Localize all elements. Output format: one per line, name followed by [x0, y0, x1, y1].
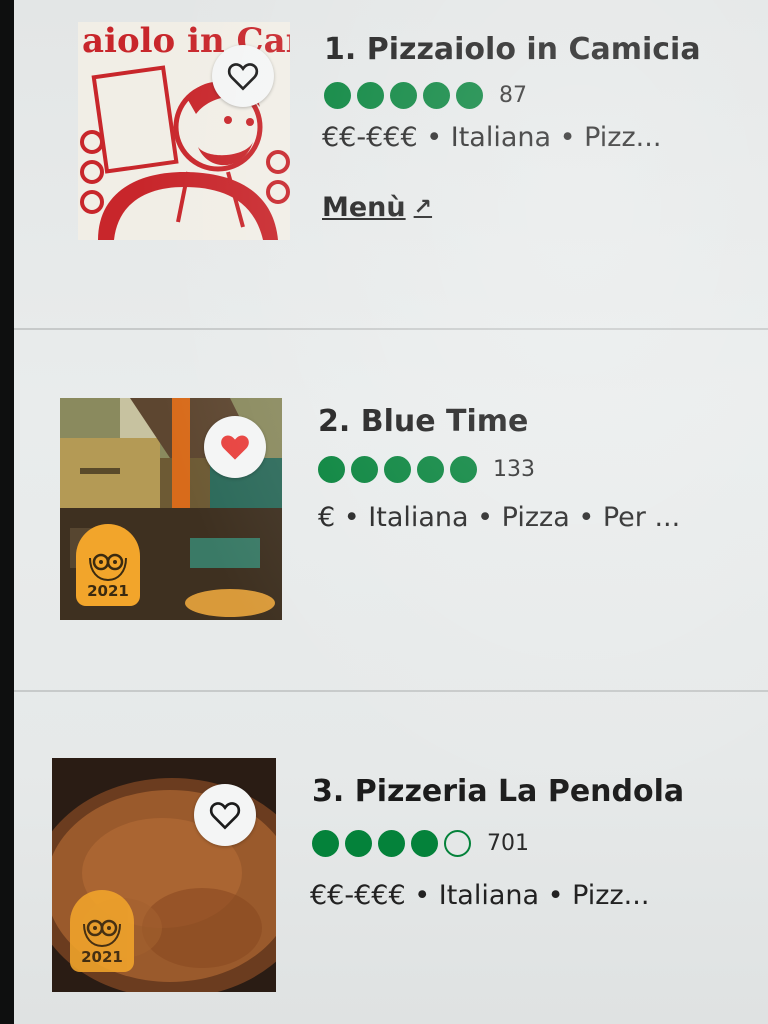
- award-year: 2021: [81, 948, 123, 966]
- menu-link[interactable]: Menù ↗: [322, 192, 432, 223]
- rating-bubble-filled: [312, 830, 339, 857]
- listing-meta: € • Italiana • Pizza • Per ...: [318, 502, 681, 533]
- rating-bubble-filled: [351, 456, 378, 483]
- rating-bubble-filled: [384, 456, 411, 483]
- menu-link-label: Menù: [322, 192, 406, 223]
- rating-bubble-filled: [318, 456, 345, 483]
- rating-bubble-filled: [450, 456, 477, 483]
- rating-bubble-filled: [417, 456, 444, 483]
- screen: aiolo in Cam 1. Pizzaiolo: [14, 0, 768, 1024]
- review-count[interactable]: 133: [493, 457, 535, 482]
- listing-card[interactable]: 2021 2. Blue Time 133 € • Italiana • Piz…: [14, 330, 768, 690]
- heart-outline-icon: [209, 802, 241, 830]
- rating-bubble-filled: [423, 82, 450, 109]
- rating-bubbles: 701: [312, 830, 529, 857]
- listing-title[interactable]: 2. Blue Time: [318, 404, 528, 439]
- save-button[interactable]: [194, 784, 256, 846]
- rating-bubble-filled: [345, 830, 372, 857]
- rating-bubbles: 133: [318, 456, 535, 483]
- listing-card[interactable]: aiolo in Cam 1. Pizzaiolo: [14, 0, 768, 330]
- heart-filled-icon: [221, 435, 249, 460]
- rating-bubble-empty: [444, 830, 471, 857]
- rating-bubbles: 87: [324, 82, 527, 109]
- listing-title[interactable]: 3. Pizzeria La Pendola: [312, 774, 684, 809]
- rating-bubble-filled: [390, 82, 417, 109]
- rating-bubble-filled: [357, 82, 384, 109]
- owl-icon: [89, 553, 127, 582]
- external-arrow-icon: ↗: [413, 195, 433, 220]
- travelers-choice-badge: 2021: [76, 524, 140, 606]
- review-count[interactable]: 87: [499, 83, 527, 108]
- rating-bubble-filled: [411, 830, 438, 857]
- listing-meta: €€-€€€ • Italiana • Pizz...: [310, 880, 650, 911]
- listing-title[interactable]: 1. Pizzaiolo in Camicia: [324, 32, 701, 67]
- save-button[interactable]: [212, 45, 274, 107]
- travelers-choice-badge: 2021: [70, 890, 134, 972]
- save-button[interactable]: [204, 416, 266, 478]
- rating-bubble-filled: [324, 82, 351, 109]
- award-year: 2021: [87, 582, 129, 600]
- rating-bubble-filled: [378, 830, 405, 857]
- listing-card[interactable]: 2021 3. Pizzeria La Pendola 701 €€-€€€ •…: [14, 692, 768, 1024]
- owl-icon: [83, 919, 121, 948]
- review-count[interactable]: 701: [487, 831, 529, 856]
- rating-bubble-filled: [456, 82, 483, 109]
- listing-meta: €€-€€€ • Italiana • Pizz...: [322, 122, 662, 153]
- heart-outline-icon: [227, 63, 259, 91]
